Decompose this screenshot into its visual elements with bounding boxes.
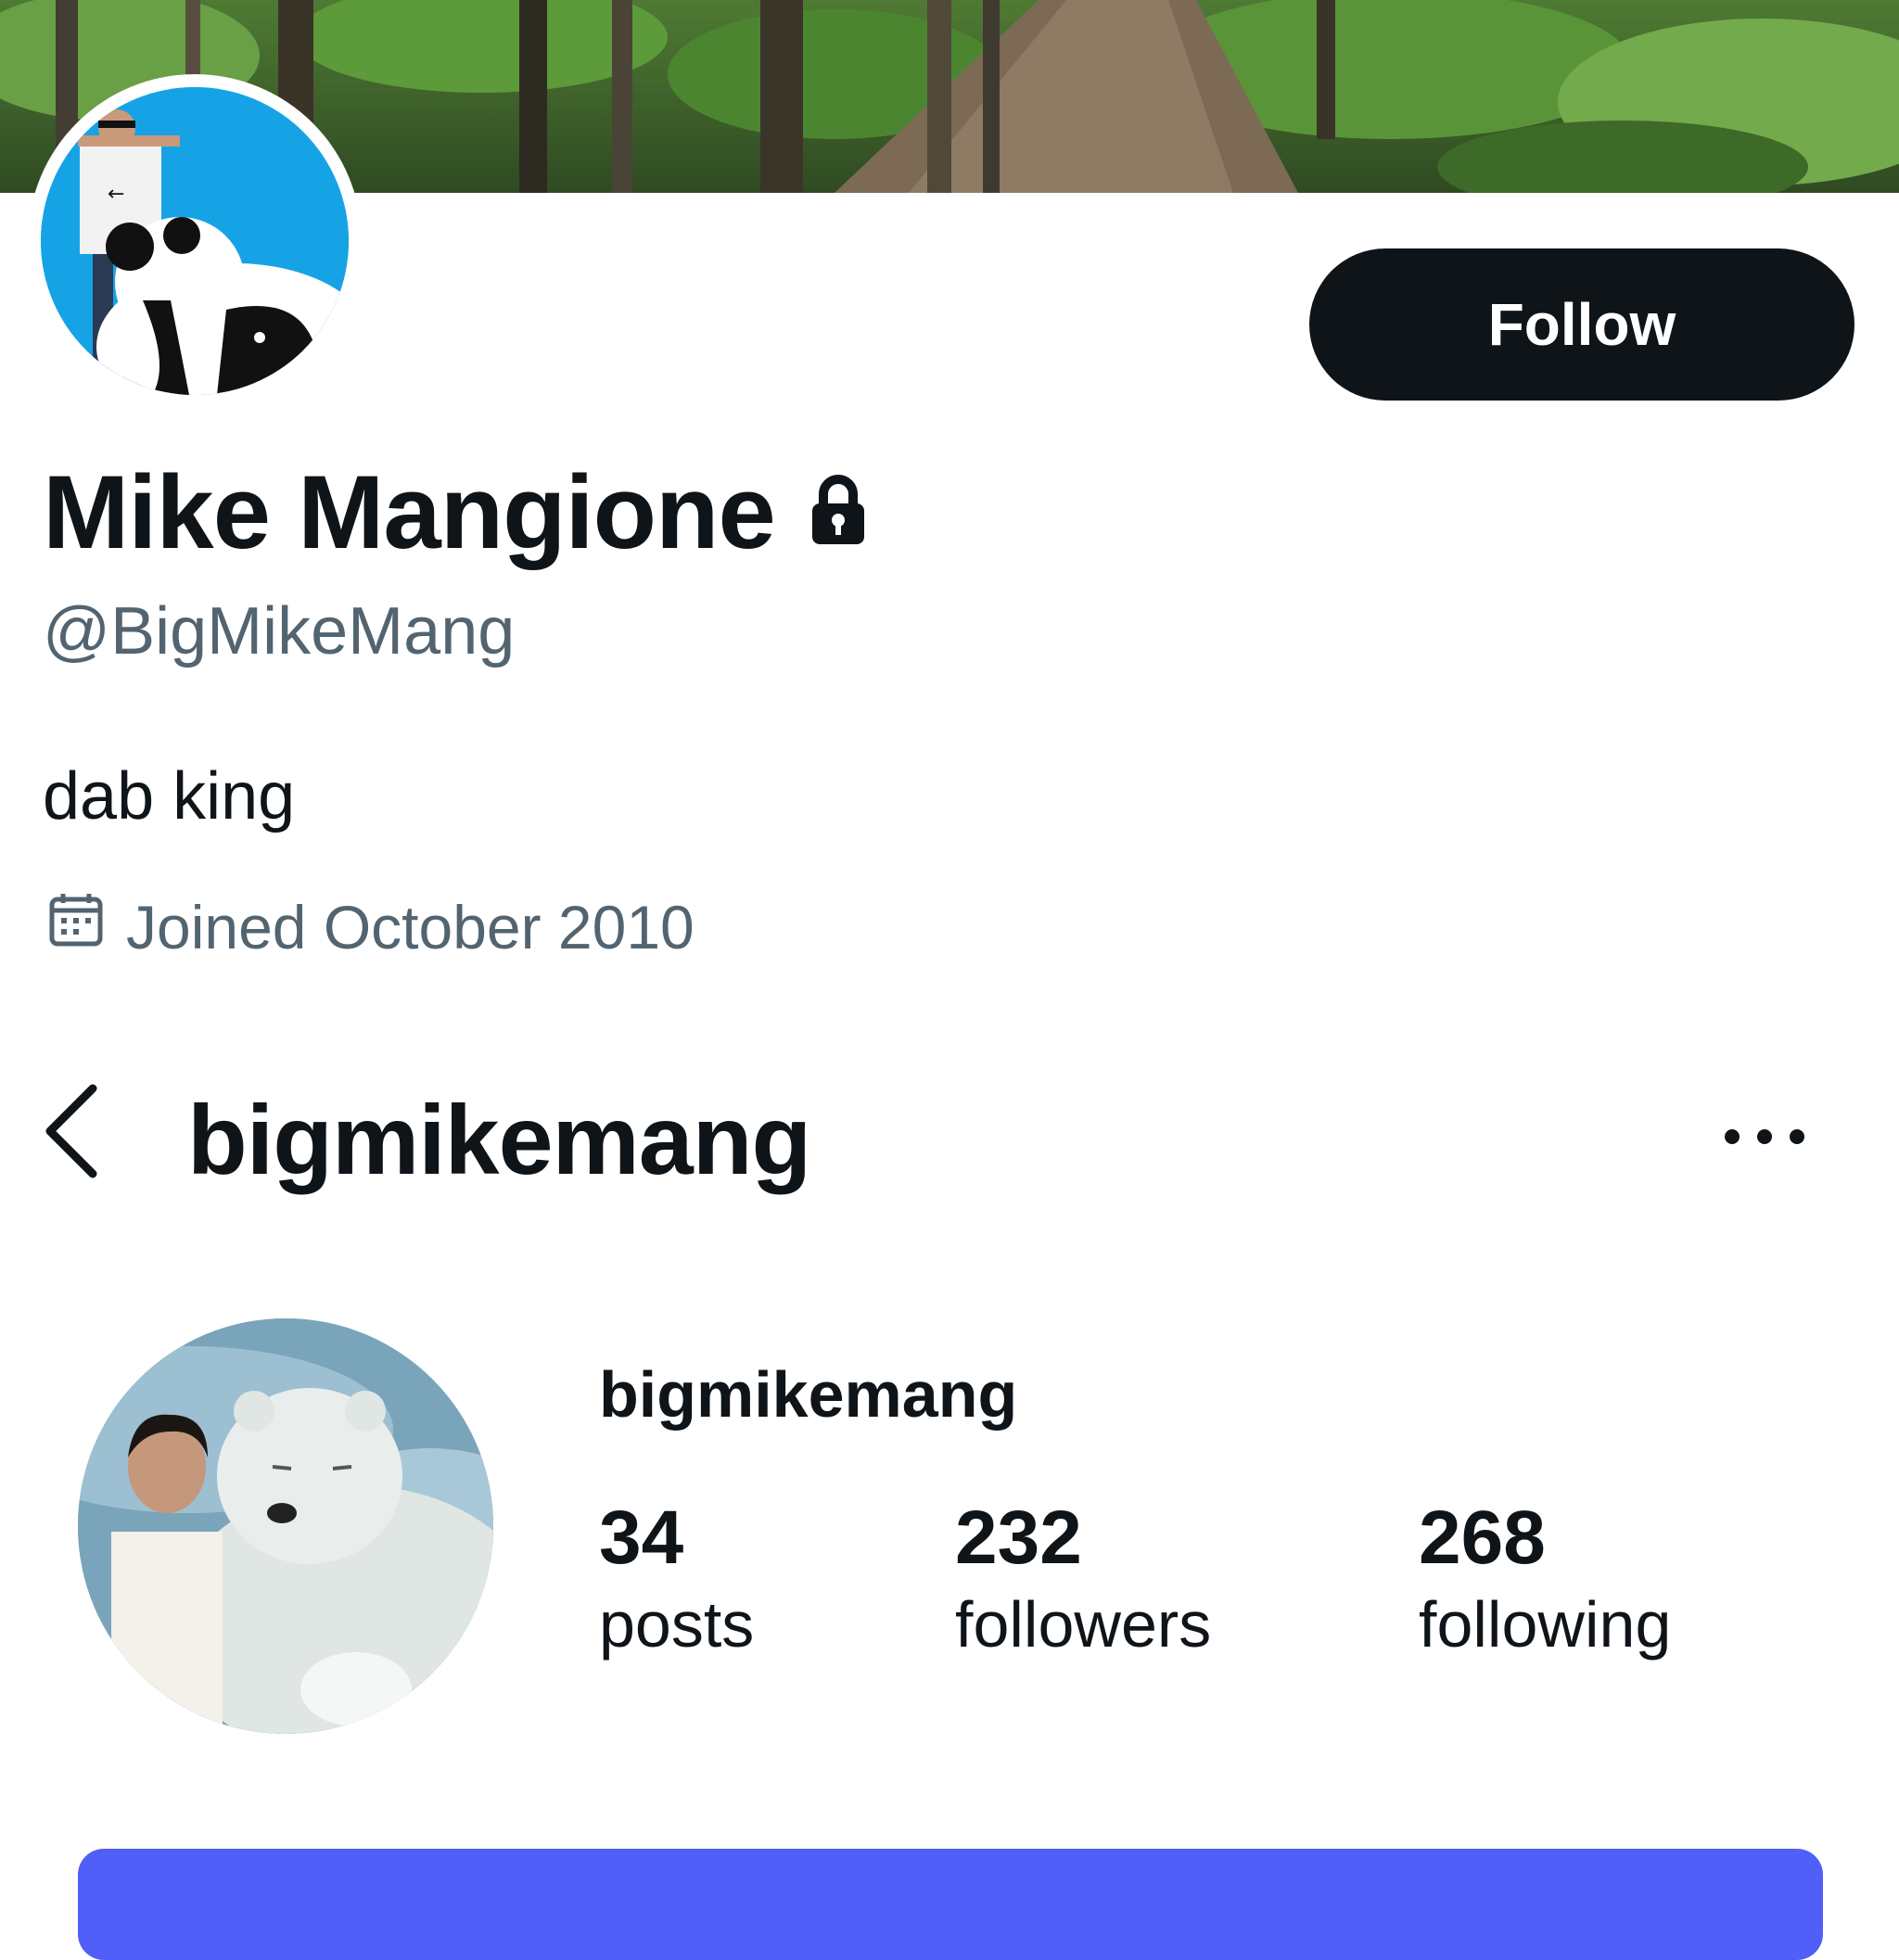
avatar[interactable]: ← — [41, 87, 349, 395]
follow-button[interactable]: Follow — [1309, 248, 1854, 401]
display-name: Mike Mangione — [43, 454, 776, 570]
instagram-avatar[interactable] — [78, 1318, 493, 1734]
instagram-action-button[interactable] — [78, 1849, 1823, 1960]
stat-followers-label: followers — [955, 1588, 1212, 1661]
calendar-icon — [46, 890, 106, 963]
follow-button-label: Follow — [1487, 291, 1676, 358]
more-options-button[interactable] — [1723, 1118, 1806, 1155]
stat-following-count: 268 — [1419, 1495, 1546, 1580]
stat-following-label: following — [1419, 1588, 1672, 1661]
avatar-image-person-polar-bear — [78, 1318, 493, 1734]
back-button[interactable] — [41, 1083, 108, 1179]
profile-handle: @BigMikeMang — [43, 594, 516, 668]
stat-followers-count: 232 — [955, 1495, 1082, 1580]
instagram-header-title: bigmikemang — [187, 1086, 811, 1195]
chevron-left-icon — [45, 1084, 97, 1178]
joined-date-row: Joined October 2010 — [46, 890, 695, 963]
svg-text:←: ← — [108, 183, 124, 206]
lock-icon — [809, 452, 868, 572]
avatar-image-person-panda: ← — [41, 87, 349, 395]
more-horizontal-icon — [1725, 1129, 1804, 1144]
stat-posts-label: posts — [599, 1588, 755, 1661]
stat-posts[interactable]: 34 posts — [599, 1496, 754, 1669]
stat-posts-count: 34 — [599, 1495, 684, 1580]
stat-following[interactable]: 268 following — [1419, 1496, 1671, 1669]
joined-date: Joined October 2010 — [126, 892, 695, 961]
profile-bio: dab king — [43, 759, 296, 834]
instagram-username: bigmikemang — [599, 1358, 1018, 1431]
stat-followers[interactable]: 232 followers — [955, 1496, 1211, 1669]
display-name-row: Mike Mangione — [43, 452, 868, 572]
